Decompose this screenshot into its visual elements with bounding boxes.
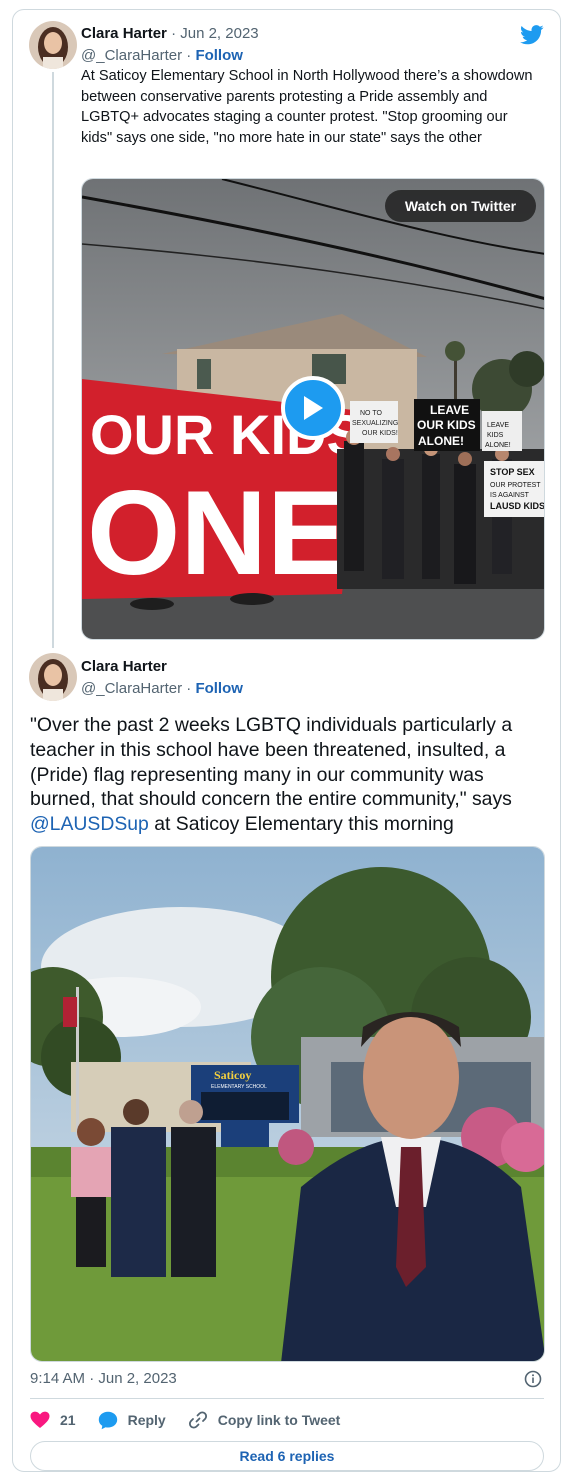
svg-text:LEAVE: LEAVE [430,403,469,417]
author-avatar[interactable] [29,653,77,701]
svg-text:LAUSD KIDS!: LAUSD KIDS! [490,501,545,511]
svg-text:ALONE!: ALONE! [418,434,464,448]
svg-text:LEAVE: LEAVE [487,422,509,429]
like-button[interactable]: 21 [30,1411,76,1429]
banner-text-bottom: ONE [87,466,347,600]
play-button[interactable] [281,376,345,440]
author-name[interactable]: Clara Harter [81,658,167,675]
info-icon[interactable] [524,1370,542,1388]
copy-link-label: Copy link to Tweet [217,1412,341,1428]
reply-bubble-icon [98,1411,117,1429]
reply-label: Reply [127,1412,166,1428]
svg-text:ALONE!: ALONE! [485,442,511,449]
play-icon [304,396,323,420]
tweet-actions: 21 Reply Copy link to Tweet [30,1410,362,1430]
heart-icon [30,1411,50,1428]
tweet-timestamp[interactable]: 9:14 AM · Jun 2, 2023 [30,1370,177,1387]
author-handle[interactable]: @_ClaraHarter · Follow [81,680,243,697]
svg-text:SEXUALIZING: SEXUALIZING [352,420,398,427]
author-avatar[interactable] [29,21,77,69]
author-handle[interactable]: @_ClaraHarter · Follow [81,47,243,64]
tweet-photo[interactable]: Saticoy ELEMENTARY SCHOOL [30,846,545,1362]
copy-link-button[interactable]: Copy link to Tweet [188,1410,341,1430]
follow-button[interactable]: Follow [195,680,243,697]
svg-text:OUR KIDS: OUR KIDS [417,418,476,432]
svg-text:IS AGAINST: IS AGAINST [490,492,530,499]
svg-text:NO TO: NO TO [360,410,382,417]
watch-on-twitter-button[interactable]: Watch on Twitter [385,190,536,222]
tweet-text: "Over the past 2 weeks LGBTQ individuals… [30,714,513,836]
twitter-bird-icon[interactable] [520,25,544,45]
svg-text:STOP SEX: STOP SEX [490,467,535,477]
svg-text:ELEMENTARY SCHOOL: ELEMENTARY SCHOOL [211,1084,267,1090]
svg-text:Saticoy: Saticoy [214,1068,251,1082]
read-replies-button[interactable]: Read 6 replies [30,1441,544,1471]
svg-text:KIDS: KIDS [487,432,504,439]
thread-connector-line [52,72,54,648]
mention-link[interactable]: @LAUSDSup [30,813,149,835]
svg-text:OUR PROTEST: OUR PROTEST [490,482,541,489]
author-name[interactable]: Clara Harter · Jun 2, 2023 [81,25,259,42]
reply-button[interactable]: Reply [98,1411,166,1430]
follow-button[interactable]: Follow [195,47,243,64]
tweet-date[interactable]: · Jun 2, 2023 [171,25,259,42]
like-count: 21 [60,1412,76,1428]
link-icon [188,1411,207,1429]
divider [30,1398,544,1399]
svg-text:OUR KIDS!: OUR KIDS! [362,430,398,437]
tweet-text: At Saticoy Elementary School in North Ho… [81,68,533,146]
